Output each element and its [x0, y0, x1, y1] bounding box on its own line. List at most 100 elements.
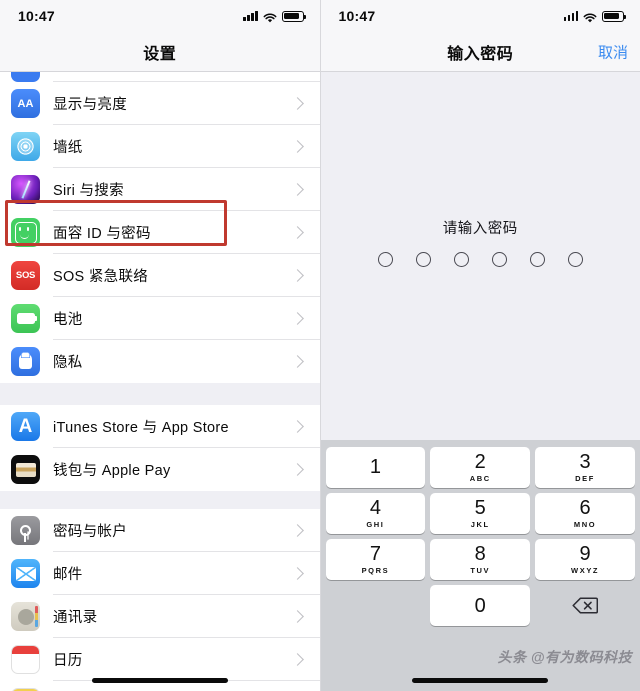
sidebar-item-wallet-apple-pay[interactable]: 钱包与 Apple Pay: [0, 448, 320, 491]
app-store-icon: A: [11, 412, 40, 441]
key-letters: ABC: [469, 474, 491, 483]
passcode-dot: [567, 252, 583, 267]
wallpaper-icon: [11, 132, 40, 161]
row-label: 日历: [53, 653, 83, 669]
group-separator: [0, 383, 320, 405]
sidebar-item-contacts[interactable]: 通讯录: [0, 595, 320, 638]
chevron-right-icon: [290, 653, 304, 666]
keypad-row: 4 GHI 5 JKL 6 MNO: [325, 493, 636, 534]
row-label: iTunes Store 与 App Store: [53, 420, 229, 436]
key-6[interactable]: 6 MNO: [535, 493, 635, 534]
battery-icon: [281, 10, 306, 22]
watermark: 头条 @有为数码科技: [497, 649, 632, 665]
passcode-dot: [377, 252, 393, 267]
home-indicator: [412, 678, 549, 683]
face-id-icon: [11, 218, 40, 247]
key-number: 8: [474, 543, 486, 565]
row-label: 通讯录: [53, 610, 98, 626]
keypad-row: 0: [326, 585, 636, 626]
key-8[interactable]: 8 TUV: [430, 539, 531, 580]
calendar-icon: [11, 645, 40, 674]
chevron-right-icon: [290, 463, 304, 476]
key-0[interactable]: 0: [430, 585, 531, 626]
row-label: 电池: [53, 312, 83, 328]
key-4[interactable]: 4 GHI: [325, 493, 426, 534]
passwords-accounts-icon: [11, 516, 40, 545]
chevron-right-icon: [290, 567, 304, 580]
passcode-nav-bar: 输入密码 取消: [320, 32, 640, 72]
wifi-icon: [263, 11, 277, 22]
row-label: Siri 与搜索: [53, 183, 124, 199]
passcode-body: 请输入密码 1 2 ABC 3 DEF 4 GHI 5 JKL 6 MNO 7 …: [320, 72, 640, 691]
status-icons: [243, 10, 306, 22]
sidebar-item-privacy[interactable]: 隐私: [0, 340, 320, 383]
chevron-right-icon: [290, 140, 304, 153]
signal-bars-icon: [563, 11, 578, 21]
key-letters: DEF: [575, 474, 595, 483]
wifi-icon: [583, 11, 597, 22]
row-label: SOS 紧急联络: [53, 269, 149, 285]
status-time: 10:47: [18, 8, 55, 24]
mail-icon: [11, 559, 40, 588]
sidebar-item-face-id-passcode[interactable]: 面容 ID 与密码: [0, 211, 320, 254]
passcode-prompt: 请输入密码: [442, 221, 518, 237]
chevron-right-icon: [290, 312, 304, 325]
key-letters: JKL: [470, 520, 490, 529]
key-2[interactable]: 2 ABC: [430, 447, 531, 488]
page-title: 设置: [143, 45, 177, 63]
row-label: 隐私: [53, 355, 83, 371]
key-letters: PQRS: [361, 566, 390, 575]
status-bar-right: 10:47: [320, 0, 640, 32]
key-number: 9: [579, 543, 591, 565]
sidebar-item-emergency-sos[interactable]: SOS SOS 紧急联络: [0, 254, 320, 297]
key-9[interactable]: 9 WXYZ: [535, 539, 635, 580]
dual-phone-screenshot: 10:47 设置 AA 显示与亮度 墙纸 Siri 与搜索 面容 ID 与密码 …: [0, 0, 640, 691]
wallet-icon: [11, 455, 40, 484]
battery-icon: [602, 10, 627, 22]
passcode-dots: [321, 252, 640, 267]
status-time: 10:47: [338, 8, 376, 24]
key-letters: TUV: [470, 566, 491, 575]
sidebar-item-wallpaper[interactable]: 墙纸: [0, 125, 320, 168]
page-title: 输入密码: [447, 45, 514, 63]
key-7[interactable]: 7 PQRS: [325, 539, 426, 580]
sidebar-item-itunes-app-store[interactable]: A iTunes Store 与 App Store: [0, 405, 320, 448]
key-3[interactable]: 3 DEF: [535, 447, 635, 488]
row-label: 钱包与 Apple Pay: [53, 463, 171, 479]
sidebar-item-display-brightness[interactable]: AA 显示与亮度: [0, 82, 320, 125]
backspace-icon: [572, 597, 599, 614]
chevron-right-icon: [290, 355, 304, 368]
row-label: 面容 ID 与密码: [53, 226, 151, 242]
sidebar-item-calendar[interactable]: 日历: [0, 638, 320, 681]
keypad-row: 1 2 ABC 3 DEF: [325, 447, 636, 488]
key-5[interactable]: 5 JKL: [430, 493, 531, 534]
privacy-icon: [11, 347, 40, 376]
settings-list[interactable]: AA 显示与亮度 墙纸 Siri 与搜索 面容 ID 与密码 SOS SOS 紧…: [0, 72, 320, 691]
key-letters: GHI: [366, 520, 385, 529]
key-blank: [326, 585, 426, 626]
sidebar-item-passwords-accounts[interactable]: 密码与帐户: [0, 509, 320, 552]
partial-icon: [11, 72, 40, 82]
sidebar-item-mail[interactable]: 邮件: [0, 552, 320, 595]
battery-settings-icon: [11, 304, 40, 333]
home-indicator: [91, 678, 228, 683]
key-letters: MNO: [573, 520, 597, 529]
key-number: 4: [369, 497, 381, 519]
row-label: 邮件: [53, 567, 83, 583]
key-letters: WXYZ: [571, 566, 600, 575]
sidebar-item-siri-search[interactable]: Siri 与搜索: [0, 168, 320, 211]
cancel-button[interactable]: 取消: [598, 41, 628, 62]
settings-group-3: 密码与帐户 邮件 通讯录 日历: [0, 509, 320, 691]
key-number: 2: [474, 451, 486, 473]
sidebar-item-battery[interactable]: 电池: [0, 297, 320, 340]
chevron-right-icon: [290, 183, 304, 196]
chevron-right-icon: [290, 420, 304, 433]
contacts-icon: [11, 602, 40, 631]
chevron-right-icon: [290, 524, 304, 537]
settings-group-1: AA 显示与亮度 墙纸 Siri 与搜索 面容 ID 与密码 SOS SOS 紧…: [0, 82, 320, 383]
key-number: 6: [579, 497, 591, 519]
backspace-button[interactable]: [535, 585, 635, 626]
key-1[interactable]: 1: [325, 447, 426, 488]
key-number: 7: [369, 543, 381, 565]
chevron-right-icon: [290, 226, 304, 239]
